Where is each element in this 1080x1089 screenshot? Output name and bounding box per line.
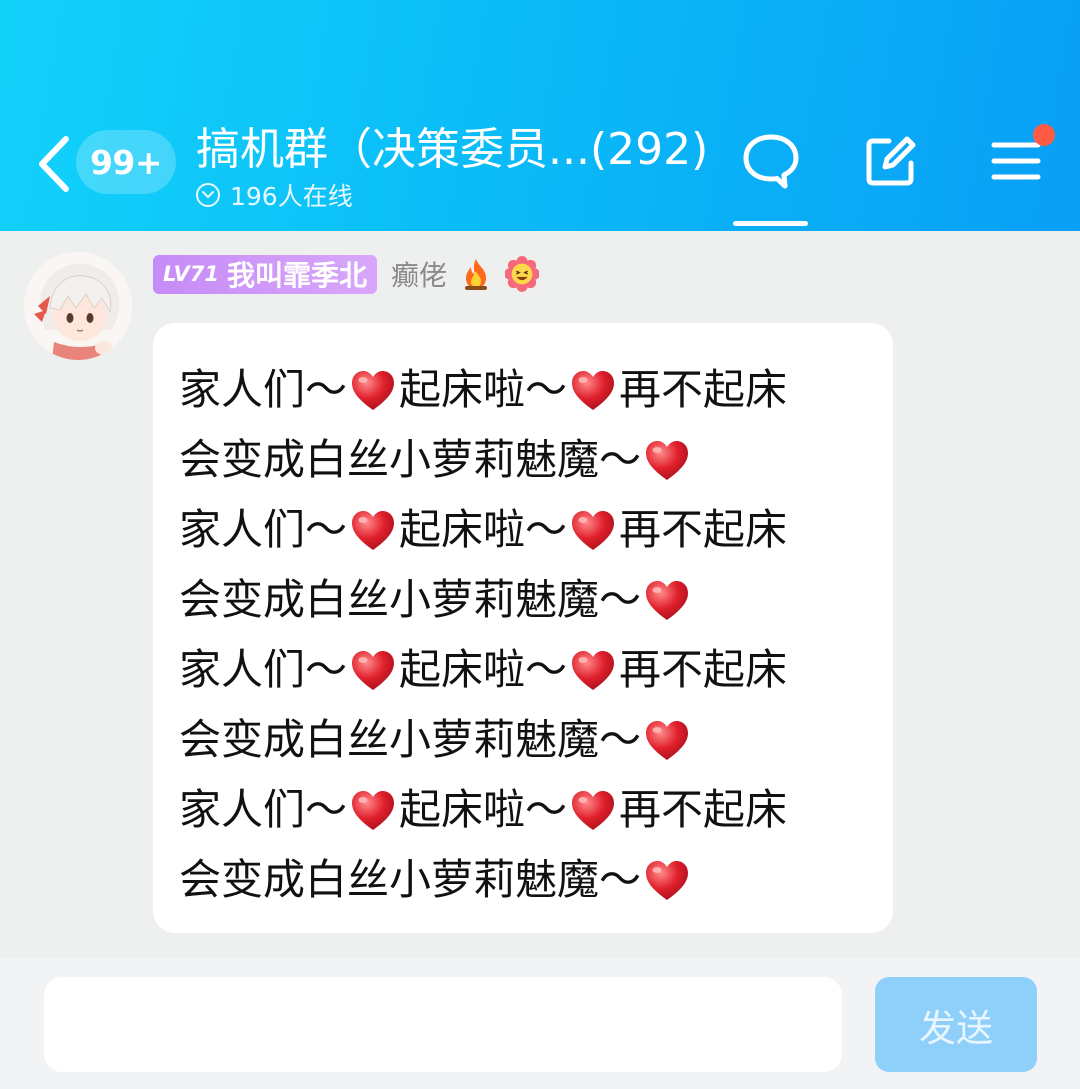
- message-text: 会变成白丝小萝莉魅魔～: [179, 855, 642, 904]
- message-text: 会变成白丝小萝莉魅魔～: [179, 435, 642, 484]
- message-line: 会变成白丝小萝莉魅魔～: [179, 705, 893, 775]
- laughing-flower-icon: [505, 256, 539, 292]
- red-heart-icon: [349, 506, 397, 554]
- active-tab-underline: [733, 221, 808, 226]
- message-line: 会变成白丝小萝莉魅魔～: [179, 425, 893, 495]
- message-text: 再不起床: [619, 645, 788, 694]
- fire-icon: [459, 257, 493, 291]
- message-text: 再不起床: [619, 785, 788, 834]
- message-input[interactable]: [44, 977, 842, 1072]
- message-text: 起床啦～: [399, 505, 568, 554]
- level-name-tag[interactable]: LV71 我叫霏季北: [153, 254, 377, 294]
- message-text: 起床啦～: [399, 785, 568, 834]
- message-bubble[interactable]: 家人们～ 起床啦～ 再不起床 会变成白丝小萝莉魅魔～ 家人们～ 起床啦～ 再不起床 会变成白丝…: [153, 323, 893, 933]
- message-text: 再不起床: [619, 505, 788, 554]
- message-line: 家人们～ 起床啦～ 再不起床: [179, 635, 893, 705]
- message-text: 家人们～: [179, 365, 348, 414]
- unread-count-badge[interactable]: 99+: [76, 130, 176, 194]
- chevron-down-circle-icon: [196, 183, 220, 207]
- red-heart-icon: [643, 716, 691, 764]
- red-heart-icon: [349, 366, 397, 414]
- sender-avatar[interactable]: [24, 252, 132, 360]
- level-badge: LV71: [163, 262, 219, 286]
- red-heart-icon: [349, 786, 397, 834]
- red-heart-icon: [643, 856, 691, 904]
- sender-name: 我叫霏季北: [226, 259, 367, 292]
- message-line: 会变成白丝小萝莉魅魔～: [179, 565, 893, 635]
- red-heart-icon: [569, 646, 617, 694]
- red-heart-icon: [569, 506, 617, 554]
- message-text: 家人们～: [179, 505, 348, 554]
- online-status[interactable]: 196人在线: [196, 178, 353, 212]
- edit-note-icon[interactable]: [860, 130, 922, 192]
- message-text: 会变成白丝小萝莉魅魔～: [179, 715, 642, 764]
- notification-dot: [1033, 124, 1055, 146]
- message-text: 家人们～: [179, 785, 348, 834]
- sender-info-row: LV71 我叫霏季北 癫佬: [153, 254, 539, 294]
- message-line: 会变成白丝小萝莉魅魔～: [179, 845, 893, 915]
- message-text: 再不起床: [619, 365, 788, 414]
- message-line: 家人们～ 起床啦～ 再不起床: [179, 775, 893, 845]
- red-heart-icon: [569, 786, 617, 834]
- input-bar: 发送: [0, 958, 1080, 1089]
- message-text: 起床啦～: [399, 365, 568, 414]
- member-title: 癫佬: [390, 259, 447, 292]
- message-text: 会变成白丝小萝莉魅魔～: [179, 575, 642, 624]
- online-count-text: 196人在线: [230, 182, 353, 211]
- red-heart-icon: [643, 436, 691, 484]
- back-arrow-icon[interactable]: [28, 130, 78, 198]
- message-line: 家人们～ 起床啦～ 再不起床: [179, 495, 893, 565]
- red-heart-icon: [349, 646, 397, 694]
- group-title[interactable]: 搞机群（决策委员...(292): [196, 120, 708, 180]
- message-text: 家人们～: [179, 645, 348, 694]
- message-text: 起床啦～: [399, 645, 568, 694]
- chat-header: 99+ 搞机群（决策委员...(292) 196人在线: [0, 0, 1080, 231]
- message-line: 家人们～ 起床啦～ 再不起床: [179, 355, 893, 425]
- send-button[interactable]: 发送: [875, 977, 1037, 1072]
- chat-bubble-icon[interactable]: [740, 130, 802, 192]
- red-heart-icon: [643, 576, 691, 624]
- red-heart-icon: [569, 366, 617, 414]
